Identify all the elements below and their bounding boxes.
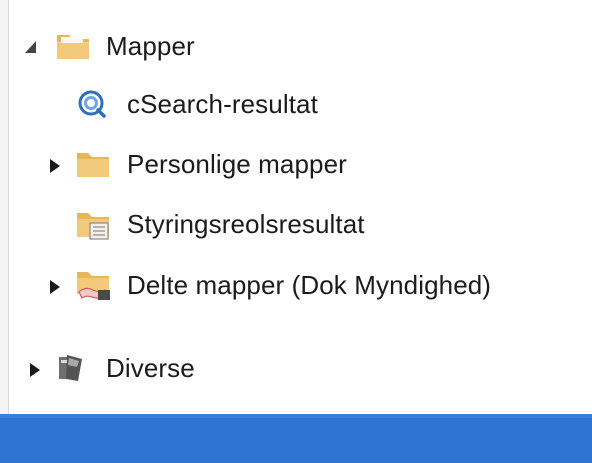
tree-node-delte[interactable]: Delte mapper (Dok Myndighed) bbox=[46, 262, 576, 308]
tree-node-label: cSearch-resultat bbox=[127, 89, 318, 119]
status-bar bbox=[0, 414, 592, 463]
folder-open-icon bbox=[57, 35, 89, 59]
collapsed-arrow-icon[interactable] bbox=[29, 362, 41, 378]
tree-node-mapper[interactable]: Mapper bbox=[24, 23, 284, 69]
tree-node-label: Personlige mapper bbox=[127, 149, 347, 179]
panel-border bbox=[0, 0, 9, 463]
tree-node-csearch[interactable]: cSearch-resultat bbox=[74, 81, 364, 127]
misc-icon bbox=[59, 355, 82, 381]
status-bar-highlight bbox=[0, 414, 592, 418]
shelf-folder-icon bbox=[77, 213, 109, 240]
tree-node-label: Styringsreolsresultat bbox=[127, 209, 365, 239]
collapsed-arrow-icon[interactable] bbox=[49, 279, 61, 295]
tree-panel: Mapper cSearch-resultat Personlige mappe… bbox=[0, 0, 592, 463]
tree-node-diverse[interactable]: Diverse bbox=[26, 345, 246, 391]
shared-folder-icon bbox=[77, 272, 110, 300]
search-result-icon bbox=[78, 90, 106, 118]
expanded-arrow-icon[interactable] bbox=[24, 40, 38, 54]
tree-node-styring[interactable]: Styringsreolsresultat bbox=[74, 201, 414, 247]
tree-node-label: Diverse bbox=[106, 353, 195, 383]
collapsed-arrow-icon[interactable] bbox=[49, 158, 61, 174]
folder-icon bbox=[77, 153, 109, 177]
tree-node-label: Delte mapper (Dok Myndighed) bbox=[127, 270, 492, 300]
tree-node-label: Mapper bbox=[106, 31, 195, 61]
tree-node-personlige[interactable]: Personlige mapper bbox=[46, 141, 386, 187]
